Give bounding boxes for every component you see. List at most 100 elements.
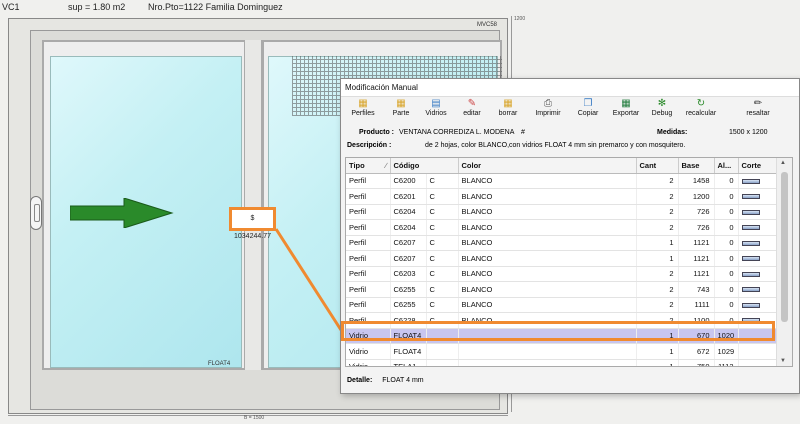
table-row[interactable]: Perfil C6255 C BLANCO 2 743 0 bbox=[346, 281, 777, 298]
cut-profile-icon bbox=[741, 271, 760, 277]
budget-label: Nro.Pto=1122 Familia Dominguez bbox=[148, 2, 283, 12]
vidrios-button[interactable]: ▤ Vidrios bbox=[417, 97, 455, 123]
row-color: BLANCO bbox=[458, 281, 637, 298]
row-corte bbox=[738, 173, 777, 189]
exportar-button[interactable]: ▦ Exportar bbox=[607, 97, 645, 123]
row-alto: 0 bbox=[714, 281, 739, 298]
description-label: Descripción : bbox=[347, 142, 392, 149]
resaltar-button[interactable]: ✏ resaltar bbox=[737, 97, 779, 123]
row-c: C bbox=[426, 219, 459, 236]
detail-label: Detalle: bbox=[347, 377, 373, 384]
row-c bbox=[426, 359, 459, 366]
debug-button[interactable]: ✻ Debug bbox=[645, 97, 679, 123]
editar-button[interactable]: ✎ editar bbox=[455, 97, 489, 123]
selected-row-highlight bbox=[341, 321, 775, 341]
center-mullion bbox=[244, 40, 262, 370]
row-codigo: C6204 bbox=[390, 204, 427, 220]
row-tipo: Perfil bbox=[346, 235, 391, 251]
table-scrollbar[interactable]: ▲ ▼ bbox=[776, 158, 792, 366]
row-tipo: Vidrio bbox=[346, 343, 391, 360]
table-row[interactable]: Vidrio TELA1 1 750 1112 bbox=[346, 359, 777, 366]
row-alto: 0 bbox=[714, 204, 739, 220]
row-color: BLANCO bbox=[458, 297, 637, 313]
row-cant: 2 bbox=[636, 219, 679, 236]
window-code: VC1 bbox=[2, 2, 20, 12]
debug-label: Debug bbox=[651, 110, 673, 117]
row-alto: 0 bbox=[714, 266, 739, 282]
row-corte bbox=[738, 359, 777, 366]
dialog-title: Modificación Manual bbox=[341, 79, 799, 97]
dialog-toolbar: ▦ Perfiles ▦ Parte ▤ Vidrios ✎ editar ▦ … bbox=[341, 97, 800, 123]
row-c: C bbox=[426, 297, 459, 313]
table-row[interactable]: Perfil C6255 C BLANCO 2 1111 0 bbox=[346, 297, 777, 313]
table-row[interactable]: Perfil C6207 C BLANCO 1 1121 0 bbox=[346, 235, 777, 251]
table-row[interactable]: Perfil C6204 C BLANCO 2 726 0 bbox=[346, 219, 777, 236]
row-codigo: TELA1 bbox=[390, 359, 427, 366]
row-c: C bbox=[426, 281, 459, 298]
excel-icon: ▦ bbox=[621, 98, 631, 109]
col-base[interactable]: Base bbox=[678, 158, 715, 174]
row-cant: 2 bbox=[636, 297, 679, 313]
scroll-up-icon[interactable]: ▲ bbox=[780, 160, 786, 166]
product-hash: # bbox=[521, 129, 525, 136]
table-row[interactable]: Vidrio FLOAT4 1 672 1029 bbox=[346, 343, 777, 360]
table-row[interactable]: Perfil C6207 C BLANCO 1 1121 0 bbox=[346, 250, 777, 267]
product-label: Producto : bbox=[359, 129, 394, 136]
table-row[interactable]: Perfil C6201 C BLANCO 2 1200 0 bbox=[346, 188, 777, 205]
row-base: 750 bbox=[678, 359, 715, 366]
col-cant[interactable]: Cant bbox=[636, 158, 679, 174]
row-base: 726 bbox=[678, 219, 715, 236]
row-alto: 0 bbox=[714, 297, 739, 313]
detail-row: Detalle: FLOAT 4 mm bbox=[347, 377, 424, 384]
col-color[interactable]: Color bbox=[458, 158, 637, 174]
scroll-thumb[interactable] bbox=[781, 172, 788, 322]
row-color: BLANCO bbox=[458, 219, 637, 236]
row-color: BLANCO bbox=[458, 266, 637, 282]
row-corte bbox=[738, 343, 777, 360]
surface-label: sup = 1.80 m2 bbox=[68, 2, 126, 12]
row-cant: 1 bbox=[636, 343, 679, 360]
row-tipo: Perfil bbox=[346, 219, 391, 236]
scroll-down-icon[interactable]: ▼ bbox=[780, 358, 786, 364]
editar-label: editar bbox=[463, 110, 481, 117]
parte-label: Parte bbox=[392, 110, 410, 117]
recalcular-button[interactable]: ↻ recalcular bbox=[679, 97, 723, 123]
table-row[interactable]: Perfil C6204 C BLANCO 2 726 0 bbox=[346, 204, 777, 220]
bug-icon: ✻ bbox=[657, 98, 667, 109]
table-row[interactable]: Perfil C6200 C BLANCO 2 1458 0 bbox=[346, 173, 777, 189]
row-codigo: C6207 bbox=[390, 250, 427, 267]
table-header: Tipo ∕ Código Color Cant Base Al... Cort… bbox=[346, 158, 777, 174]
copiar-button[interactable]: ❐ Copiar bbox=[569, 97, 607, 123]
price-label[interactable]: $ 1034244.77 bbox=[229, 207, 276, 240]
row-alto: 1112 bbox=[714, 359, 739, 366]
col-alto[interactable]: Al... bbox=[714, 158, 739, 174]
parte-button[interactable]: ▦ Parte bbox=[385, 97, 417, 123]
row-tipo: Vidrio bbox=[346, 359, 391, 366]
window-handle bbox=[30, 196, 42, 230]
folder-icon: ▦ bbox=[503, 98, 513, 109]
imprimir-button[interactable]: ⎙ Imprimir bbox=[527, 97, 569, 123]
table-row[interactable]: Perfil C6203 C BLANCO 2 1121 0 bbox=[346, 266, 777, 282]
row-alto: 0 bbox=[714, 219, 739, 236]
row-alto: 0 bbox=[714, 235, 739, 251]
row-cant: 2 bbox=[636, 281, 679, 298]
measures-label: Medidas: bbox=[657, 129, 688, 136]
row-tipo: Perfil bbox=[346, 204, 391, 220]
measures-value: 1500 x 1200 bbox=[729, 129, 768, 136]
perfiles-button[interactable]: ▦ Perfiles bbox=[341, 97, 385, 123]
row-tipo: Perfil bbox=[346, 281, 391, 298]
row-base: 726 bbox=[678, 204, 715, 220]
cut-profile-icon bbox=[741, 240, 760, 246]
detail-value: FLOAT 4 mm bbox=[382, 377, 424, 384]
row-c: C bbox=[426, 266, 459, 282]
row-base: 1458 bbox=[678, 173, 715, 189]
row-codigo: C6207 bbox=[390, 235, 427, 251]
borrar-button[interactable]: ▦ borrar bbox=[489, 97, 527, 123]
row-c: C bbox=[426, 235, 459, 251]
col-corte[interactable]: Corte bbox=[738, 158, 777, 174]
row-base: 1121 bbox=[678, 250, 715, 267]
copiar-label: Copiar bbox=[577, 110, 599, 117]
folder-icon: ▦ bbox=[396, 98, 406, 109]
col-codigo[interactable]: Código bbox=[390, 158, 459, 174]
col-tipo[interactable]: Tipo ∕ bbox=[346, 158, 391, 174]
